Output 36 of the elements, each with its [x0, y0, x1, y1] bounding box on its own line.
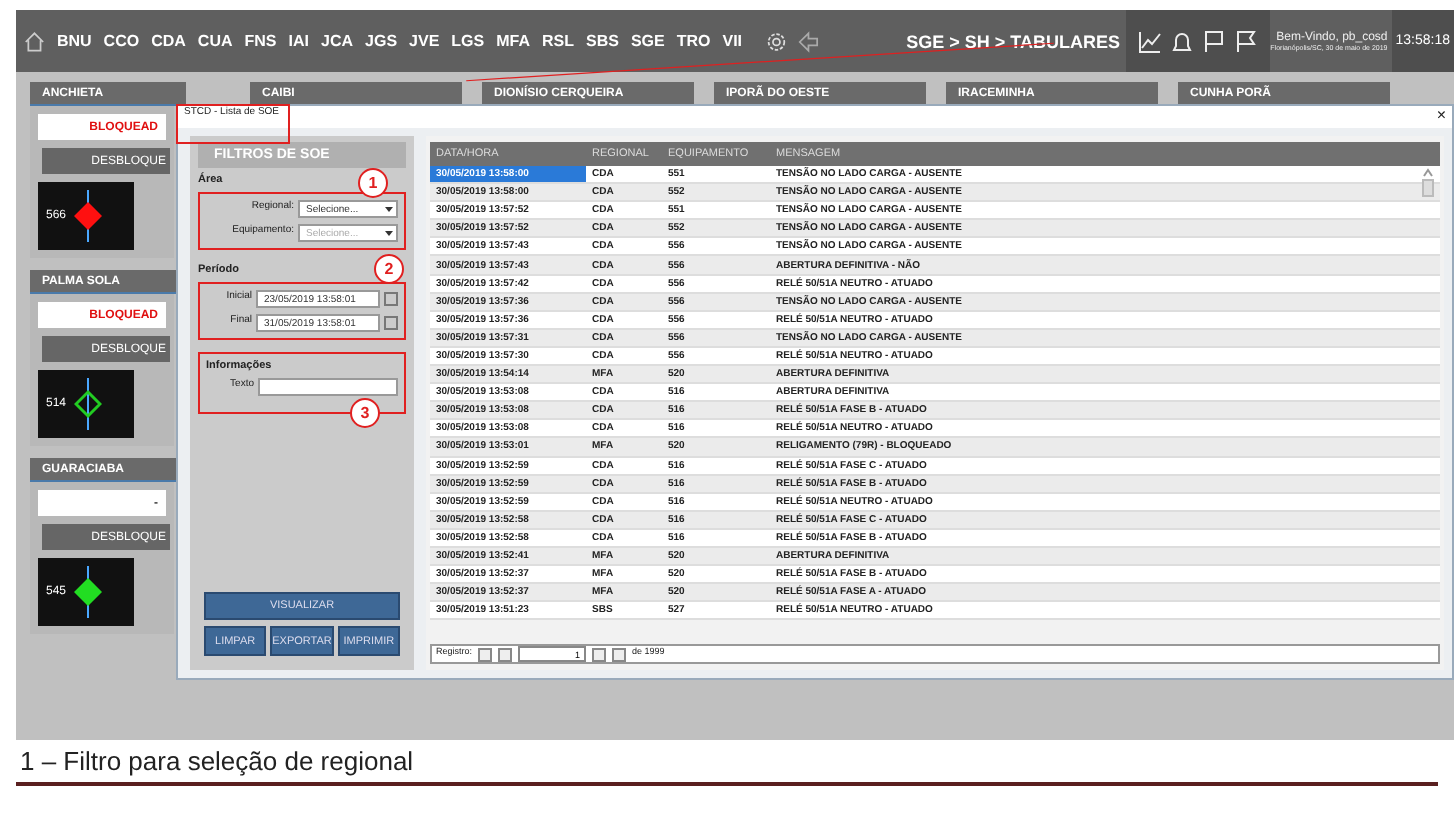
callout-number: 2 — [374, 254, 404, 284]
next-page-button[interactable] — [592, 647, 607, 661]
region-link[interactable]: TRO — [676, 32, 711, 50]
close-button[interactable]: × — [1436, 106, 1446, 124]
flag-icon[interactable] — [1202, 29, 1227, 53]
dropdown-caret-icon[interactable] — [384, 204, 394, 214]
region-link[interactable]: IAI — [288, 32, 309, 50]
region-link[interactable]: VII — [722, 32, 743, 50]
region-link[interactable]: JCA — [321, 32, 354, 50]
region-link[interactable]: BNU — [56, 32, 92, 50]
first-page-button[interactable] — [478, 647, 493, 661]
callout-number: 1 — [358, 168, 388, 198]
text-field[interactable] — [258, 378, 398, 396]
callout-number: 3 — [350, 398, 380, 428]
region-link[interactable]: SGE — [630, 32, 665, 50]
region-link[interactable]: CDA — [151, 32, 186, 50]
region-link[interactable]: SBS — [586, 32, 619, 50]
region-link[interactable]: LGS — [451, 32, 485, 50]
region-link[interactable]: JGS — [365, 32, 398, 50]
region-link[interactable]: MFA — [496, 32, 530, 50]
region-link[interactable]: RSL — [542, 32, 574, 50]
previous-page-button[interactable] — [498, 647, 513, 661]
home-icon[interactable] — [24, 29, 45, 53]
last-page-button[interactable] — [612, 647, 627, 661]
back-arrow-icon[interactable] — [798, 29, 820, 53]
flag-icon[interactable] — [1234, 29, 1259, 53]
chart-icon[interactable] — [1138, 29, 1163, 53]
callout-box — [176, 104, 290, 144]
region-link[interactable]: CCO — [103, 32, 140, 50]
region-link[interactable]: CUA — [197, 32, 233, 50]
region-link[interactable]: FNS — [244, 32, 277, 50]
settings-icon[interactable] — [766, 29, 787, 53]
bell-icon[interactable] — [1170, 29, 1195, 53]
figure-caption: 1 – Filtro para seleção de regional — [20, 746, 416, 776]
region-link[interactable]: JVE — [409, 32, 440, 50]
breadcrumb: SGE > SH > TABULARES — [904, 31, 1122, 51]
